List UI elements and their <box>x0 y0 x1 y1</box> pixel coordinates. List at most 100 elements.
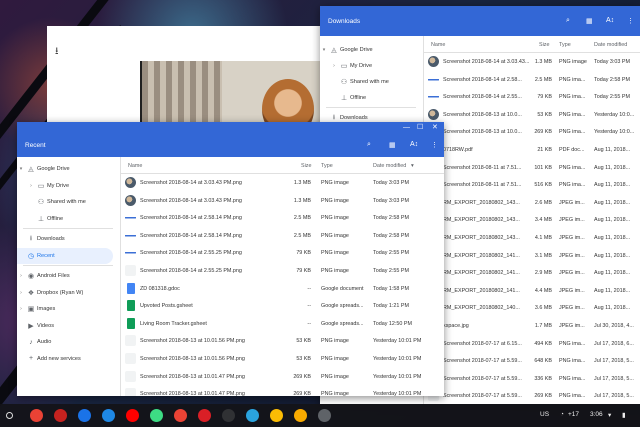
background-browser-window[interactable]: ⭳ <box>47 26 352 126</box>
table-row[interactable]: RM_EXPORT_20180802_143... 4.1 MB JPEG im..… <box>424 230 640 246</box>
sidebar-item-my-drive[interactable]: › ▭ My Drive <box>320 58 416 74</box>
recent-title-bar[interactable]: — ☐ ✕ Recent ⌕ ▦ A↕ ⋮ <box>17 122 444 157</box>
sort-icon[interactable]: A↕ <box>606 17 614 24</box>
sidebar-item-offline[interactable]: ⊥ Offline <box>320 90 416 106</box>
close-button[interactable]: ✕ <box>432 123 438 131</box>
chevron-icon[interactable]: › <box>330 63 338 69</box>
table-row[interactable]: Screenshot 2018-08-14 at 3.03.43 PM.png 1… <box>121 175 444 191</box>
youtube-icon[interactable] <box>126 409 139 422</box>
sidebar-item-recent[interactable]: ◷ Recent <box>17 247 113 264</box>
battery-icon[interactable]: ▮ <box>622 411 626 419</box>
sidebar-item-add-new-services[interactable]: + Add new services <box>17 351 113 367</box>
table-row[interactable]: Screenshot 2018-08-13 at 10.01.47 PM.png… <box>121 369 444 385</box>
table-row[interactable]: Screenshot 2018-08-14 at 3.03.43 PM.png 1… <box>121 193 444 209</box>
sidebar-item-my-drive[interactable]: › ▭ My Drive <box>17 178 113 194</box>
sidebar-item-downloads[interactable]: ⭳ Downloads <box>17 231 113 247</box>
clock[interactable]: 3:06 <box>590 411 603 418</box>
minimize-button[interactable]: — <box>403 124 410 131</box>
sidebar-item-images[interactable]: › ▣ Images <box>17 301 113 317</box>
downloads-title-bar[interactable]: Downloads ⌕ ▦ A↕ ⋮ <box>320 6 640 36</box>
table-row[interactable]: Living Room Tracker.gsheet -- Google sprea… <box>121 316 444 332</box>
header-type[interactable]: Type <box>321 163 333 169</box>
table-row[interactable]: Screenshot 2018-08-13 at 10.0... 269 KB PN… <box>424 124 640 140</box>
grid-view-icon[interactable]: ▦ <box>586 17 593 25</box>
table-row[interactable]: Screenshot 2018-08-14 at 2.58... 2.5 MB PN… <box>424 72 640 88</box>
chevron-icon[interactable]: ▾ <box>320 47 328 53</box>
table-row[interactable]: RM_EXPORT_20180802_141... 3.1 MB JPEG im..… <box>424 248 640 264</box>
sidebar-item-google-drive[interactable]: ▾ ◬ Google Drive <box>320 42 416 58</box>
table-row[interactable]: Screenshot 2018-08-13 at 10.01.47 PM.png… <box>121 386 444 396</box>
launcher-button[interactable] <box>6 412 13 419</box>
android-app-icon[interactable] <box>150 409 163 422</box>
table-row[interactable]: Screenshot 2018-07-17 at 5.59... 269 KB PN… <box>424 388 640 404</box>
more-icon[interactable]: ⋮ <box>431 141 438 149</box>
table-row[interactable]: RM_EXPORT_20180802_140... 3.6 MB JPEG im..… <box>424 300 640 316</box>
table-row[interactable]: kspace.jpg 1.7 MB JPEG im... Jul 30, 2018, … <box>424 318 640 334</box>
search-icon[interactable]: ⌕ <box>566 17 570 25</box>
sidebar-item-offline[interactable]: ⊥ Offline <box>17 211 113 227</box>
chrome-icon[interactable] <box>30 409 43 422</box>
sidebar-item-shared-with-me[interactable]: ⚇ Shared with me <box>320 74 416 90</box>
header-size[interactable]: Size <box>301 163 312 169</box>
header-type[interactable]: Type <box>559 42 571 48</box>
chevron-icon[interactable]: › <box>27 183 35 189</box>
header-date[interactable]: Date modified <box>594 42 627 48</box>
table-row[interactable]: Screenshot 2018-07-17 at 5.59... 336 KB PN… <box>424 371 640 387</box>
table-row[interactable]: Screenshot 2018-08-11 at 7.51... 101 KB PN… <box>424 160 640 176</box>
table-row[interactable]: Screenshot 2018-08-14 at 2.55.25 PM.png 7… <box>121 263 444 279</box>
table-row[interactable]: 0718RW.pdf 21 KB PDF doc... Aug 11, 2018... <box>424 142 640 158</box>
sidebar-item-android-files[interactable]: › ◉ Android Files <box>17 268 113 284</box>
header-name[interactable]: Name <box>431 42 445 48</box>
search-icon[interactable]: ⌕ <box>367 141 371 149</box>
sidebar-item-shared-with-me[interactable]: ⚇ Shared with me <box>17 194 113 210</box>
header-date[interactable]: Date modified <box>373 163 406 169</box>
table-row[interactable]: Screenshot 2018-08-13 at 10.0... 53 KB PNG… <box>424 107 640 123</box>
table-row[interactable]: Screenshot 2018-07-17 at 5.59... 648 KB PN… <box>424 353 640 369</box>
chevron-icon[interactable]: › <box>17 290 25 296</box>
table-row[interactable]: RM_EXPORT_20180802_141... 4.4 MB JPEG im..… <box>424 283 640 299</box>
maximize-button[interactable]: ☐ <box>417 123 423 131</box>
table-row[interactable]: RM_EXPORT_20180802_143... 2.6 MB JPEG im..… <box>424 195 640 211</box>
hexagon-app-icon[interactable] <box>222 409 235 422</box>
gallery-icon[interactable] <box>54 409 67 422</box>
gmail-icon[interactable] <box>174 409 187 422</box>
calculator-icon[interactable] <box>318 409 331 422</box>
table-row[interactable]: Upvoted Posts.gsheet -- Google spreads... T… <box>121 298 444 314</box>
table-row[interactable]: Screenshot 2018-08-13 at 10.01.56 PM.png… <box>121 351 444 367</box>
header-name[interactable]: Name <box>128 163 142 169</box>
telegram-icon[interactable] <box>246 409 259 422</box>
creative-cloud-icon[interactable] <box>198 409 211 422</box>
locale-indicator[interactable]: US <box>540 411 549 418</box>
sidebar-item-videos[interactable]: ▶ Videos <box>17 318 113 334</box>
download-icon[interactable]: ⭳ <box>55 44 59 61</box>
drive-app-icon[interactable] <box>270 409 283 422</box>
table-row[interactable]: Screenshot 2018-08-11 at 7.51... 516 KB PN… <box>424 177 640 193</box>
table-row[interactable]: RM_EXPORT_20180802_141... 2.9 MB JPEG im..… <box>424 265 640 281</box>
recent-window[interactable]: — ☐ ✕ Recent ⌕ ▦ A↕ ⋮ ▾ ◬ Google Drive › ▭ My… <box>17 122 444 396</box>
table-row[interactable]: Screenshot 2018-08-14 at 2.58.14 PM.png 2… <box>121 228 444 244</box>
sort-icon[interactable]: A↕ <box>410 141 418 148</box>
chevron-icon[interactable]: › <box>17 306 25 312</box>
sort-descending-icon[interactable]: ▾ <box>411 163 414 169</box>
sidebar-item-google-drive[interactable]: ▾ ◬ Google Drive <box>17 161 113 177</box>
sidebar-item-dropbox-ryan-w[interactable]: › ❖ Dropbox (Ryan W) <box>17 285 113 301</box>
more-icon[interactable]: ⋮ <box>627 17 634 25</box>
table-row[interactable]: Screenshot 2018-08-13 at 10.01.56 PM.png… <box>121 333 444 349</box>
grid-view-icon[interactable]: ▦ <box>389 141 396 149</box>
files-icon[interactable] <box>102 409 115 422</box>
chevron-icon[interactable]: ▾ <box>17 166 25 172</box>
play-store-icon[interactable] <box>78 409 91 422</box>
table-row[interactable]: Screenshot 2018-07-17 at 6.15... 494 KB PN… <box>424 336 640 352</box>
notification-count[interactable]: +17 <box>568 411 579 418</box>
table-row[interactable]: Screenshot 2018-08-14 at 2.55... 79 KB PNG… <box>424 89 640 105</box>
header-size[interactable]: Size <box>539 42 550 48</box>
table-row[interactable]: Screenshot 2018-08-14 at 2.55.25 PM.png 7… <box>121 245 444 261</box>
table-row[interactable]: Screenshot 2018-08-14 at 2.58.14 PM.png 2… <box>121 210 444 226</box>
table-row[interactable]: ZD 081318.gdoc -- Google document Today 1:5… <box>121 281 444 297</box>
table-row[interactable]: RM_EXPORT_20180802_143... 3.4 MB JPEG im..… <box>424 212 640 228</box>
sidebar-item-audio[interactable]: ♪ Audio <box>17 334 113 350</box>
wifi-icon[interactable]: ◔ <box>560 411 564 418</box>
table-row[interactable]: Screenshot 2018-08-14 at 3.03.43... 1.3 M… <box>424 54 640 70</box>
chevron-icon[interactable]: › <box>17 273 25 279</box>
wifi-status-icon[interactable]: ▾ <box>608 411 611 419</box>
